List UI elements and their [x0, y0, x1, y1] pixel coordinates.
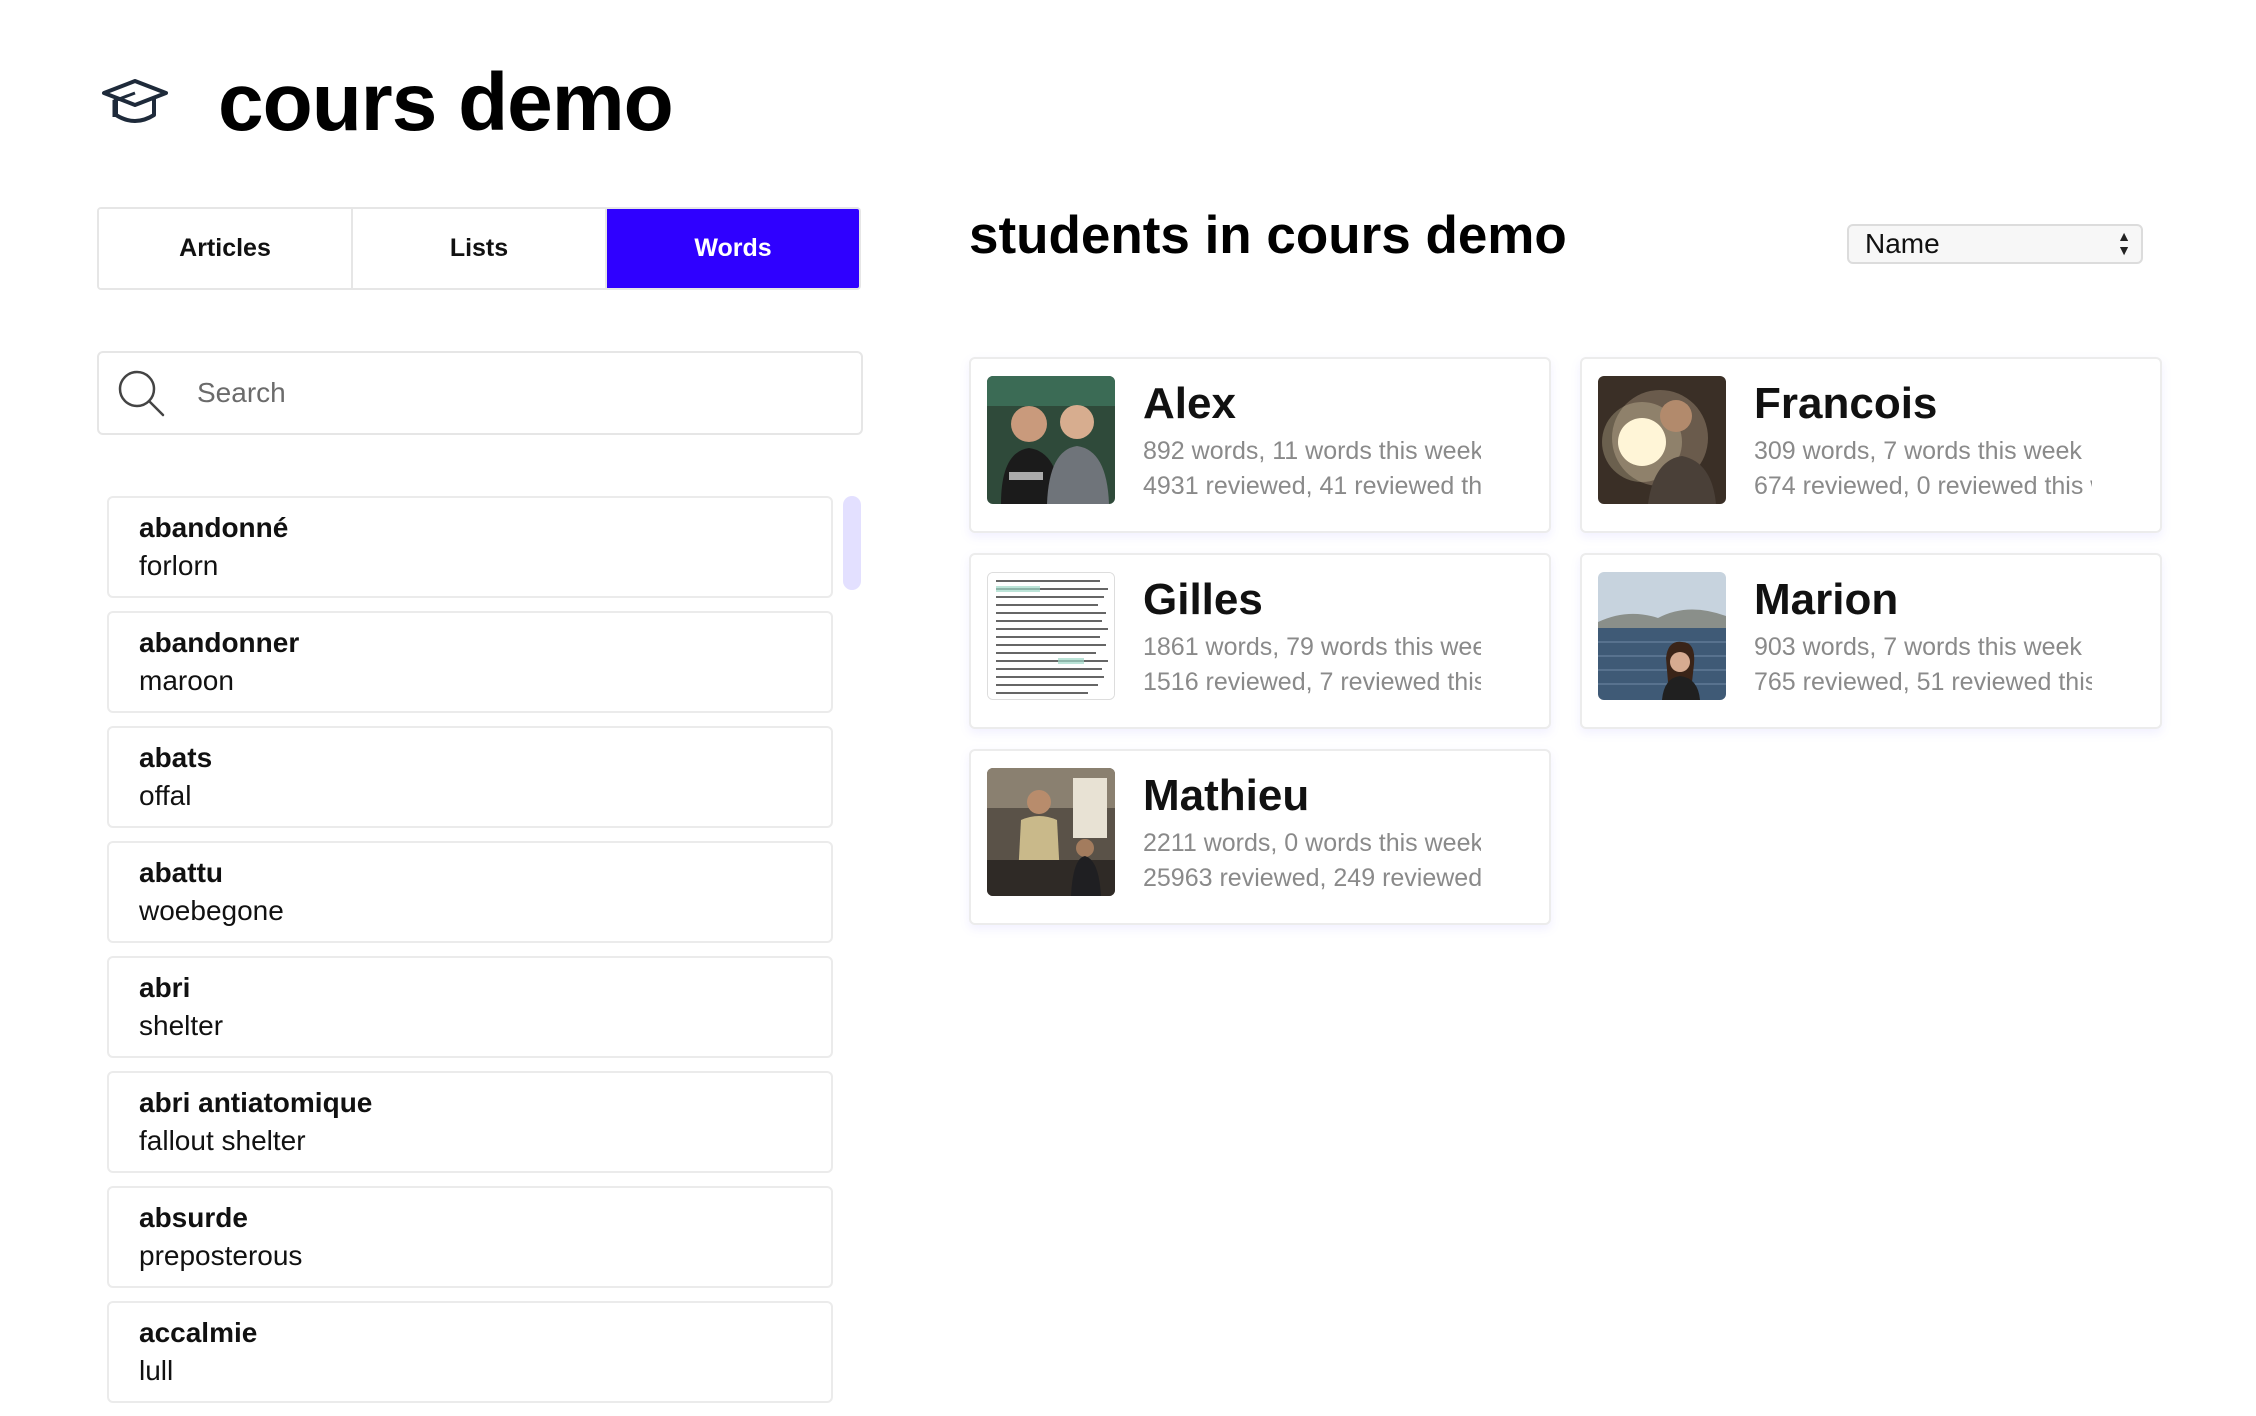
student-words-stat: 309 words, 7 words this week [1754, 437, 2082, 465]
student-words-stat: 1861 words, 79 words this week [1143, 633, 1481, 661]
word-translation: preposterous [139, 1240, 303, 1271]
student-name: Marion [1754, 575, 1899, 624]
page-title: cours demo [218, 57, 674, 148]
student-card-mathieu[interactable]: Mathieu 2211 words, 0 words this week 25… [969, 749, 1551, 925]
tab-articles[interactable]: Articles [99, 209, 353, 288]
tab-words[interactable]: Words [607, 209, 859, 288]
student-name: Francois [1754, 379, 1938, 428]
word-translation: shelter [139, 1010, 224, 1041]
student-words-stat: 892 words, 11 words this week [1143, 437, 1481, 465]
students-heading: students in cours demo [969, 206, 1567, 265]
word-term: abandonné [139, 512, 289, 543]
word-translation: maroon [139, 665, 234, 696]
word-translation: fallout shelter [139, 1125, 306, 1156]
word-term: absurde [139, 1202, 248, 1233]
search-icon [115, 367, 167, 419]
list-item[interactable]: abats offal [107, 726, 833, 828]
student-review-stat: 674 reviewed, 0 reviewed this w [1754, 472, 2092, 500]
student-review-stat: 765 reviewed, 51 reviewed this [1754, 668, 2092, 696]
avatar [987, 768, 1115, 896]
tab-bar: Articles Lists Words [97, 207, 861, 290]
list-item[interactable]: abandonner maroon [107, 611, 833, 713]
word-list: abandonné forlorn abandonner maroon abat… [107, 496, 833, 1416]
word-term: abats [139, 742, 213, 773]
search-box [97, 351, 863, 435]
sort-select[interactable]: Name ▲ ▼ [1847, 224, 2143, 264]
select-arrows-icon: ▲ ▼ [2117, 228, 2131, 258]
student-words-stat: 2211 words, 0 words this week [1143, 829, 1481, 857]
student-card-alex[interactable]: Alex 892 words, 11 words this week 4931 … [969, 357, 1551, 533]
student-card-gilles[interactable]: Gilles 1861 words, 79 words this week 15… [969, 553, 1551, 729]
student-card-francois[interactable]: Francois 309 words, 7 words this week 67… [1580, 357, 2162, 533]
word-translation: offal [139, 780, 192, 811]
word-term: abri antiatomique [139, 1087, 373, 1118]
word-term: accalmie [139, 1317, 258, 1348]
word-term: abri [139, 972, 191, 1003]
student-name: Alex [1143, 379, 1236, 428]
list-item[interactable]: abri shelter [107, 956, 833, 1058]
student-card-marion[interactable]: Marion 903 words, 7 words this week 765 … [1580, 553, 2162, 729]
avatar [1598, 572, 1726, 700]
student-review-stat: 1516 reviewed, 7 reviewed this [1143, 668, 1481, 696]
scrollbar-thumb[interactable] [843, 496, 861, 590]
list-item[interactable]: abri antiatomique fallout shelter [107, 1071, 833, 1173]
word-translation: lull [139, 1355, 174, 1386]
student-name: Gilles [1143, 575, 1263, 624]
student-words-stat: 903 words, 7 words this week [1754, 633, 2082, 661]
word-translation: forlorn [139, 550, 219, 581]
list-item[interactable]: absurde preposterous [107, 1186, 833, 1288]
word-term: abattu [139, 857, 223, 888]
student-review-stat: 4931 reviewed, 41 reviewed this [1143, 472, 1481, 500]
student-review-stat: 25963 reviewed, 249 reviewed t [1143, 864, 1481, 892]
page-header: cours demo [100, 48, 674, 158]
list-item[interactable]: accalmie lull [107, 1301, 833, 1403]
tab-lists[interactable]: Lists [353, 209, 607, 288]
list-item[interactable]: abattu woebegone [107, 841, 833, 943]
word-term: abandonner [139, 627, 300, 658]
word-translation: woebegone [139, 895, 284, 926]
avatar [987, 572, 1115, 700]
avatar [1598, 376, 1726, 504]
sort-select-value: Name [1865, 228, 1940, 259]
search-input[interactable] [195, 363, 861, 423]
graduation-cap-icon [100, 73, 174, 133]
avatar [987, 376, 1115, 504]
list-item[interactable]: abandonné forlorn [107, 496, 833, 598]
student-name: Mathieu [1143, 771, 1310, 820]
